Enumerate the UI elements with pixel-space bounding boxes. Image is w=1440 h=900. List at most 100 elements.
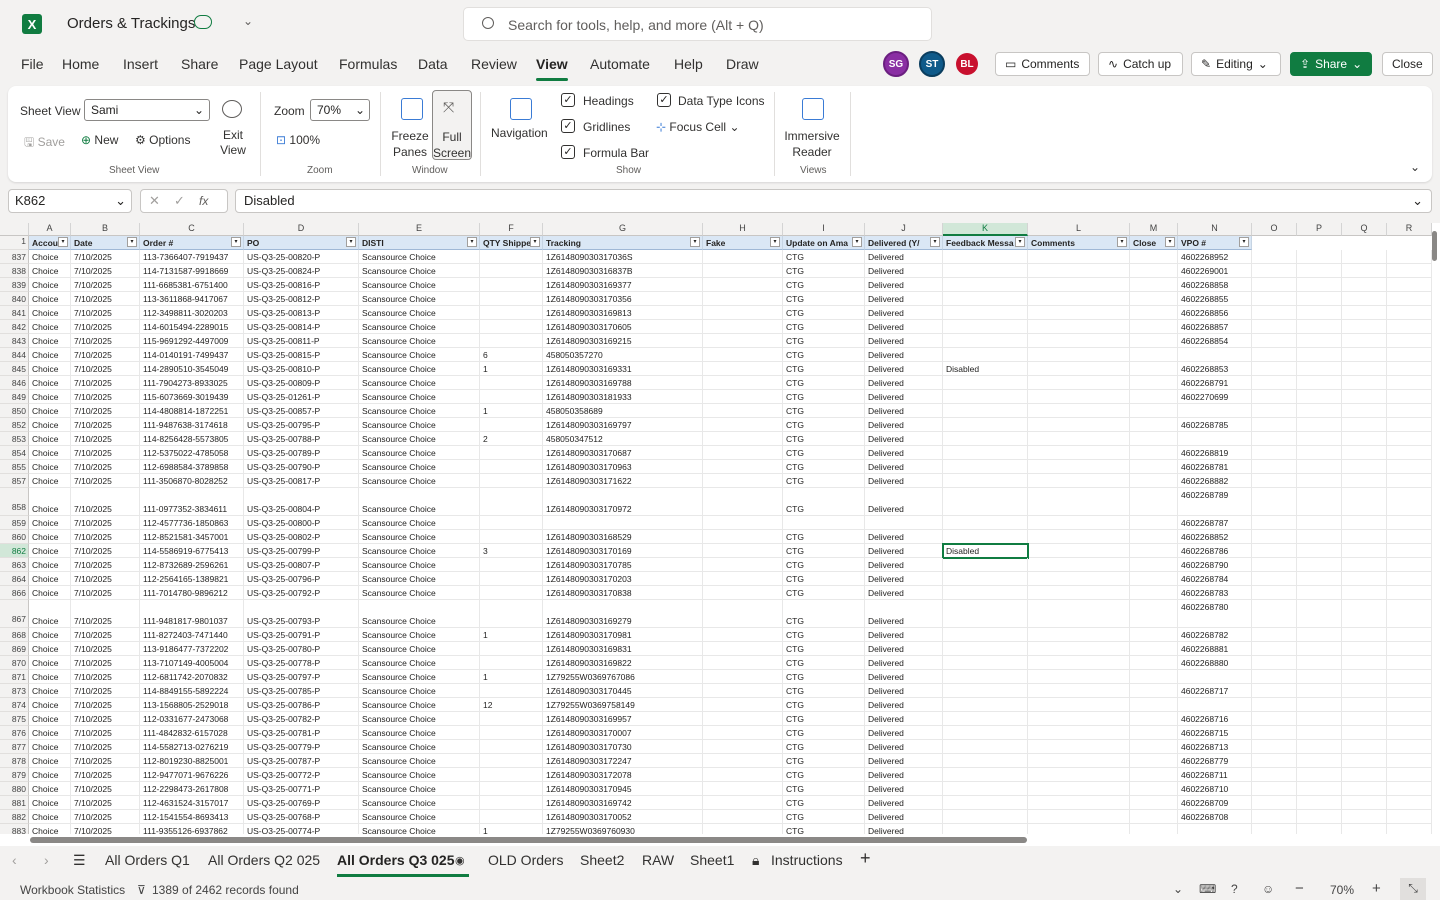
column-header-k[interactable]: K	[943, 223, 1028, 236]
table-cell[interactable]	[1252, 376, 1297, 390]
table-cell[interactable]	[480, 390, 543, 404]
table-cell[interactable]	[480, 530, 543, 544]
table-header-cell[interactable]: QTY Shippe ▾	[480, 236, 543, 250]
table-header-cell[interactable]: Delivered (Y/ ▾	[865, 236, 943, 250]
table-cell[interactable]: Choice	[29, 810, 71, 824]
filter-dropdown-icon[interactable]: ▾	[770, 237, 780, 247]
navigation-button[interactable]: Navigation	[491, 126, 548, 140]
table-cell[interactable]	[943, 698, 1028, 712]
table-cell[interactable]: Choice	[29, 726, 71, 740]
table-cell[interactable]: CTG	[783, 334, 865, 348]
table-cell[interactable]: 12	[480, 698, 543, 712]
table-cell[interactable]	[1028, 544, 1130, 558]
table-cell[interactable]: 114-8849155-5892224	[140, 684, 244, 698]
comments-button[interactable]: ▭ Comments	[995, 52, 1090, 76]
table-cell[interactable]	[943, 488, 1028, 516]
table-cell[interactable]	[1130, 250, 1178, 264]
table-cell[interactable]: 4602268784	[1178, 572, 1252, 586]
table-cell[interactable]	[480, 446, 543, 460]
table-cell[interactable]	[1387, 320, 1432, 334]
table-cell[interactable]: US-Q3-25-00820-P	[244, 250, 359, 264]
table-cell[interactable]: Choice	[29, 642, 71, 656]
table-cell[interactable]: 4602269001	[1178, 264, 1252, 278]
table-cell[interactable]: 111-7904273-8933025	[140, 376, 244, 390]
table-cell[interactable]	[1387, 572, 1432, 586]
table-cell[interactable]: Delivered	[865, 698, 943, 712]
row-number[interactable]: 881	[0, 796, 29, 810]
table-cell[interactable]: Delivered	[865, 460, 943, 474]
table-cell[interactable]	[703, 600, 783, 628]
table-cell[interactable]: Delivered	[865, 320, 943, 334]
table-cell[interactable]: Choice	[29, 782, 71, 796]
table-cell[interactable]	[1130, 418, 1178, 432]
column-header-q[interactable]: Q	[1342, 223, 1387, 236]
row-number[interactable]: 855	[0, 460, 29, 474]
table-cell[interactable]: 113-9186477-7372202	[140, 642, 244, 656]
table-cell[interactable]: US-Q3-25-00811-P	[244, 334, 359, 348]
table-cell[interactable]: Choice	[29, 264, 71, 278]
new-sheet-view-button[interactable]: ⊕ New	[81, 133, 118, 147]
table-cell[interactable]	[1342, 782, 1387, 796]
table-header-cell[interactable]: Date ▾	[71, 236, 140, 250]
table-cell[interactable]	[703, 782, 783, 796]
column-header-l[interactable]: L	[1028, 223, 1130, 236]
table-cell[interactable]	[480, 460, 543, 474]
table-cell[interactable]	[1342, 320, 1387, 334]
row-number[interactable]: 873	[0, 684, 29, 698]
table-cell[interactable]	[943, 684, 1028, 698]
table-cell[interactable]: 1	[480, 670, 543, 684]
table-cell[interactable]	[1387, 446, 1432, 460]
table-cell[interactable]: 7/10/2025	[71, 516, 140, 530]
table-cell[interactable]: 4602270699	[1178, 390, 1252, 404]
table-cell[interactable]	[480, 810, 543, 824]
zoom-level[interactable]: 70%	[1330, 883, 1354, 897]
table-cell[interactable]	[1252, 670, 1297, 684]
table-cell[interactable]	[1297, 530, 1342, 544]
table-cell[interactable]	[1028, 810, 1130, 824]
row-number[interactable]: 866	[0, 586, 29, 600]
table-cell[interactable]	[1028, 516, 1130, 530]
table-cell[interactable]: Delivered	[865, 306, 943, 320]
table-cell[interactable]: 1Z614809030316837B	[543, 264, 703, 278]
table-cell[interactable]: US-Q3-25-00778-P	[244, 656, 359, 670]
table-cell[interactable]: CTG	[783, 796, 865, 810]
table-cell[interactable]: Scansource Choice	[359, 418, 480, 432]
table-cell[interactable]: Delivered	[865, 726, 943, 740]
table-cell[interactable]: CTG	[783, 670, 865, 684]
table-cell[interactable]: 458050358689	[543, 404, 703, 418]
table-cell[interactable]: 6	[480, 348, 543, 362]
table-cell[interactable]	[1178, 404, 1252, 418]
table-cell[interactable]	[943, 446, 1028, 460]
table-cell[interactable]: Choice	[29, 488, 71, 516]
insert-function-icon[interactable]: fx	[199, 194, 208, 208]
table-cell[interactable]: 7/10/2025	[71, 712, 140, 726]
table-cell[interactable]	[1252, 404, 1297, 418]
table-cell[interactable]	[1342, 600, 1387, 628]
vertical-scrollbar[interactable]	[1432, 231, 1437, 261]
table-cell[interactable]	[1387, 306, 1432, 320]
table-cell[interactable]: 1Z6148090303170007	[543, 726, 703, 740]
row-number[interactable]: 840	[0, 292, 29, 306]
table-cell[interactable]	[1178, 698, 1252, 712]
table-cell[interactable]: 7/10/2025	[71, 530, 140, 544]
table-cell[interactable]: 1Z6148090303170356	[543, 292, 703, 306]
table-cell[interactable]	[1028, 404, 1130, 418]
table-cell[interactable]	[1297, 362, 1342, 376]
table-cell[interactable]	[1252, 250, 1297, 264]
table-cell[interactable]	[1130, 558, 1178, 572]
table-cell[interactable]: CTG	[783, 558, 865, 572]
table-cell[interactable]: 4602268708	[1178, 810, 1252, 824]
row-number[interactable]: 862	[0, 544, 29, 558]
table-cell[interactable]	[1387, 250, 1432, 264]
table-cell[interactable]: 114-4808814-1872251	[140, 404, 244, 418]
table-cell[interactable]: 112-6988584-3789858	[140, 460, 244, 474]
table-cell[interactable]	[1252, 684, 1297, 698]
table-cell[interactable]: Delivered	[865, 474, 943, 488]
table-cell[interactable]	[1028, 474, 1130, 488]
table-cell[interactable]: Choice	[29, 712, 71, 726]
table-cell[interactable]: CTG	[783, 698, 865, 712]
table-cell[interactable]: CTG	[783, 306, 865, 320]
table-cell[interactable]: Choice	[29, 446, 71, 460]
table-cell[interactable]: 7/10/2025	[71, 670, 140, 684]
table-cell[interactable]	[1387, 334, 1432, 348]
